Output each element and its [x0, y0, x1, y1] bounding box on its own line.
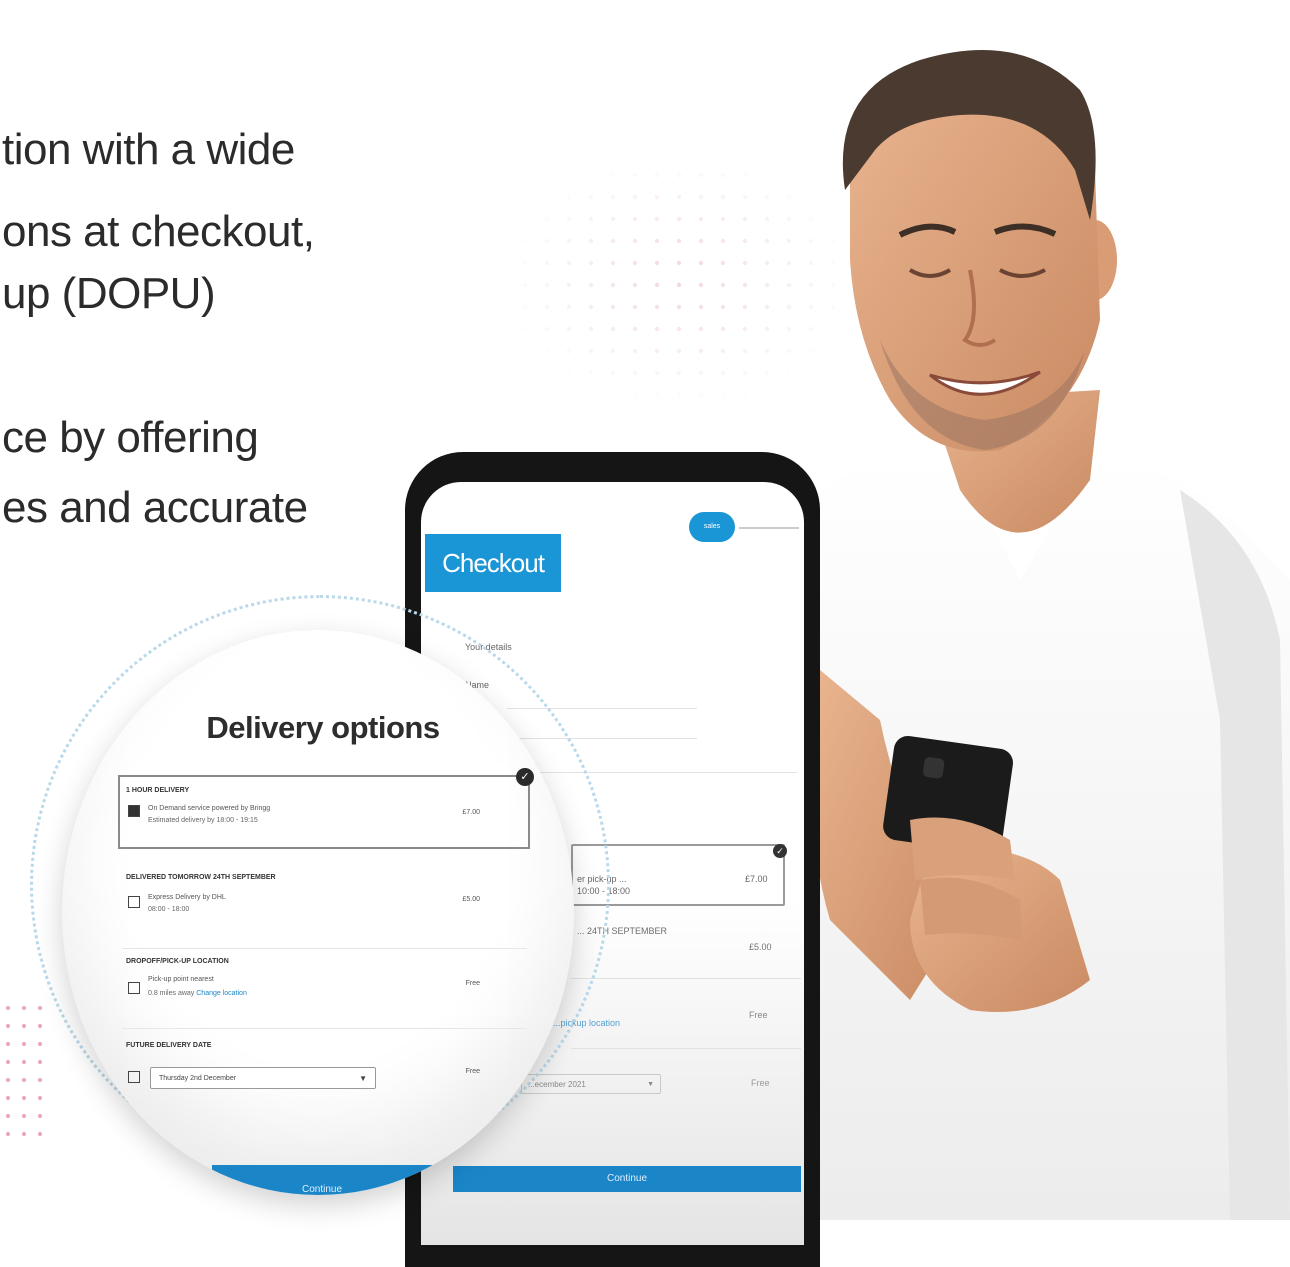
option-line: Pick-up point nearest [148, 976, 214, 983]
option-divider [122, 1028, 527, 1029]
option-line: On Demand service powered by Bringg [148, 805, 271, 812]
option-divider [571, 1048, 801, 1049]
option-divider [571, 978, 801, 979]
future-date-select[interactable]: ...ecember 2021 ▼ [521, 1074, 661, 1094]
copy-line-4: ce by offering [2, 413, 259, 462]
phone-continue-button[interactable]: Continue [453, 1166, 801, 1192]
header-divider [739, 527, 799, 529]
phone-option-price: Free [751, 1078, 770, 1088]
option-line: Express Delivery by DHL [148, 894, 226, 901]
change-location-link[interactable]: Change location [196, 990, 247, 997]
future-date-select[interactable]: Thursday 2nd December ▼ [150, 1067, 376, 1089]
option-price: Free [465, 1068, 480, 1075]
checkmark-icon: ✓ [516, 768, 534, 786]
checkout-heading: Checkout [425, 534, 561, 592]
delivery-icon [128, 805, 140, 817]
copy-line-2: ons at checkout, [2, 207, 315, 256]
option-divider [122, 948, 527, 949]
store-icon [128, 982, 140, 994]
delivery-options-magnifier: Delivery options ✓ 1 HOUR DELIVERY On De… [62, 630, 574, 1195]
option-title: DELIVERED TOMORROW 24TH SEPTEMBER [126, 874, 276, 881]
copy-line-3: up (DOPU) [2, 269, 216, 318]
caret-down-icon: ▼ [647, 1081, 654, 1088]
salesforce-logo: sales [689, 512, 735, 542]
phone-option-price: £7.00 [745, 874, 768, 884]
option-price: Free [465, 980, 480, 987]
copy-line-5: es and accurate [2, 483, 308, 532]
option-price: £5.00 [462, 896, 480, 903]
phone-option-price: Free [749, 1010, 768, 1020]
option-title: 1 HOUR DELIVERY [126, 787, 190, 794]
man-holding-phone-illustration [812, 50, 1290, 1220]
option-title: DROPOFF/PICK-UP LOCATION [126, 958, 229, 965]
checkmark-icon: ✓ [773, 844, 787, 858]
option-line: 0.8 miles away Change location [148, 990, 247, 997]
option-line: 08:00 - 18:00 [148, 906, 190, 913]
calendar-icon [128, 1071, 140, 1083]
option-line: Estimated delivery by 18:00 - 19:15 [148, 817, 258, 824]
copy-line-1: tion with a wide [2, 125, 295, 174]
option-title: FUTURE DELIVERY DATE [126, 1042, 212, 1049]
option-price: £7.00 [462, 809, 480, 816]
truck-icon [128, 896, 140, 908]
pink-dot-decoration [6, 1006, 42, 1136]
caret-down-icon: ▼ [359, 1074, 367, 1083]
delivery-options-title: Delivery options [206, 710, 440, 745]
continue-button[interactable]: Continue [212, 1165, 432, 1195]
phone-option-price: £5.00 [749, 942, 772, 952]
